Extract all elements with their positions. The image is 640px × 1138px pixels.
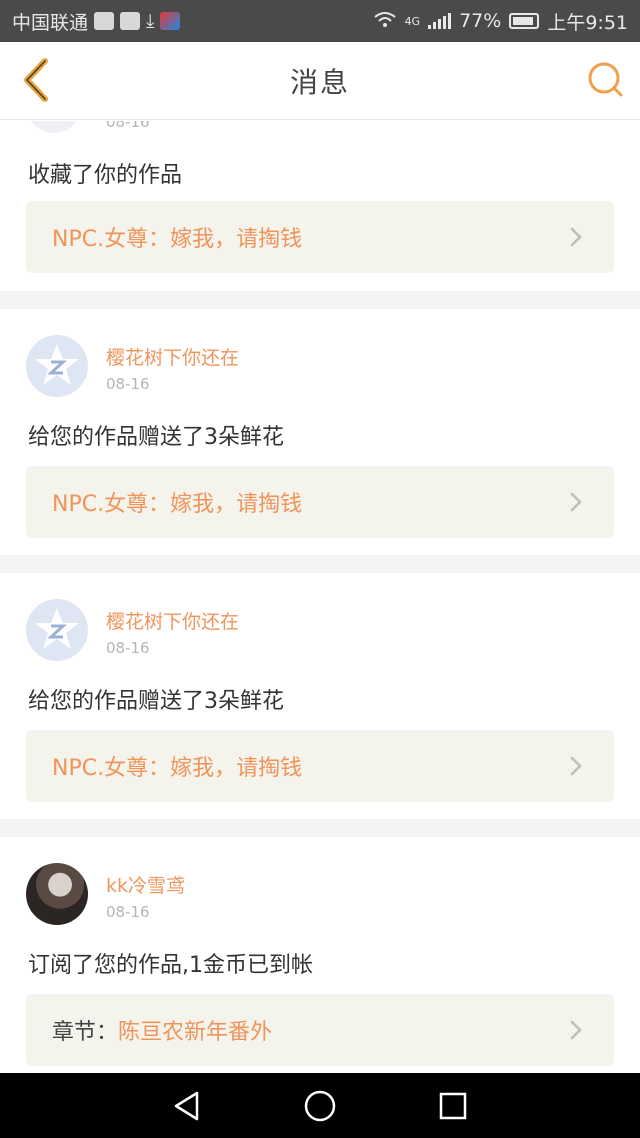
avatar[interactable] (26, 599, 88, 661)
message-date: 08-16 (106, 639, 150, 657)
triangle-back-icon (174, 1091, 198, 1120)
chevron-right-icon (570, 227, 582, 247)
system-back-button[interactable] (165, 1084, 209, 1128)
divider (0, 555, 640, 573)
work-title: 陈亘农新年番外 (118, 1020, 273, 1045)
work-link[interactable]: NPC.女尊：嫁我，请掏钱 (26, 730, 614, 802)
message-item: 樱花树下你还在 08-16 给您的作品赠送了3朵鲜花 NPC.女尊：嫁我，请掏钱 (0, 309, 640, 555)
clock: 上午9:51 (547, 11, 628, 34)
work-link[interactable]: NPC.女尊：嫁我，请掏钱 (26, 201, 614, 273)
message-date: 08-16 (106, 375, 150, 393)
divider (0, 819, 640, 837)
message-item: kk冷雪鸢 08-16 订阅了您的作品,1金币已到帐 章节： 陈亘农新年番外 (0, 837, 640, 1073)
avatar[interactable] (26, 121, 82, 133)
work-title: NPC.女尊：嫁我，请掏钱 (52, 756, 303, 781)
system-home-button[interactable] (298, 1084, 342, 1128)
username[interactable]: 樱花树下你还在 (106, 607, 239, 634)
back-button[interactable] (10, 54, 62, 106)
carrier-name: 中国联通 (12, 11, 89, 34)
signal-icon (428, 13, 452, 29)
battery-icon (509, 13, 540, 29)
qq-icon (120, 12, 141, 30)
status-bar: 中国联通 ⤓ 4G 77% 上午9:51 (0, 0, 640, 42)
search-button[interactable] (582, 56, 628, 102)
wifi-icon (373, 10, 397, 33)
chevron-left-icon (24, 58, 48, 102)
message-text: 给您的作品赠送了3朵鲜花 (28, 425, 284, 450)
network-type: 4G (404, 14, 421, 28)
message-text: 给您的作品赠送了3朵鲜花 (28, 689, 284, 714)
message-item: 樱花树下你还在 08-16 给您的作品赠送了3朵鲜花 NPC.女尊：嫁我，请掏钱 (0, 573, 640, 819)
nav-bar: 消息 (0, 42, 640, 120)
download-icon: ⤓ (146, 10, 155, 32)
work-title: NPC.女尊：嫁我，请掏钱 (52, 492, 303, 517)
status-right: 4G 77% 上午9:51 (373, 8, 628, 35)
message-item: 08-16 收藏了你的作品 NPC.女尊：嫁我，请掏钱 (0, 121, 640, 291)
wechat-icon (94, 12, 115, 30)
username[interactable]: kk冷雪鸢 (106, 871, 185, 898)
message-list[interactable]: 08-16 收藏了你的作品 NPC.女尊：嫁我，请掏钱 樱花树下你还在 08-1… (0, 121, 640, 1073)
work-title: NPC.女尊：嫁我，请掏钱 (52, 227, 303, 252)
page-title: 消息 (289, 65, 350, 99)
system-recents-button[interactable] (431, 1084, 475, 1128)
square-recents-icon (440, 1092, 467, 1119)
chevron-right-icon (570, 1020, 582, 1040)
status-left: 中国联通 ⤓ (12, 8, 181, 35)
username[interactable]: 樱花树下你还在 (106, 343, 239, 370)
app-notification-icon (160, 12, 181, 30)
message-date: 08-16 (106, 903, 150, 921)
work-link[interactable]: NPC.女尊：嫁我，请掏钱 (26, 466, 614, 538)
message-date: 08-16 (106, 121, 150, 131)
system-nav-bar (0, 1073, 640, 1138)
message-text: 收藏了你的作品 (28, 163, 183, 188)
work-link[interactable]: 章节： 陈亘农新年番外 (26, 994, 614, 1066)
divider (0, 291, 640, 309)
avatar[interactable] (26, 863, 88, 925)
avatar[interactable] (26, 335, 88, 397)
default-avatar-icon (35, 344, 79, 385)
chevron-right-icon (570, 492, 582, 512)
default-avatar-icon (35, 608, 79, 649)
message-text: 订阅了您的作品,1金币已到帐 (28, 953, 313, 978)
chevron-right-icon (570, 756, 582, 776)
circle-home-icon (304, 1090, 336, 1121)
search-icon (588, 62, 623, 97)
battery-percent: 77% (459, 10, 502, 32)
work-prefix: 章节： (52, 1020, 119, 1045)
